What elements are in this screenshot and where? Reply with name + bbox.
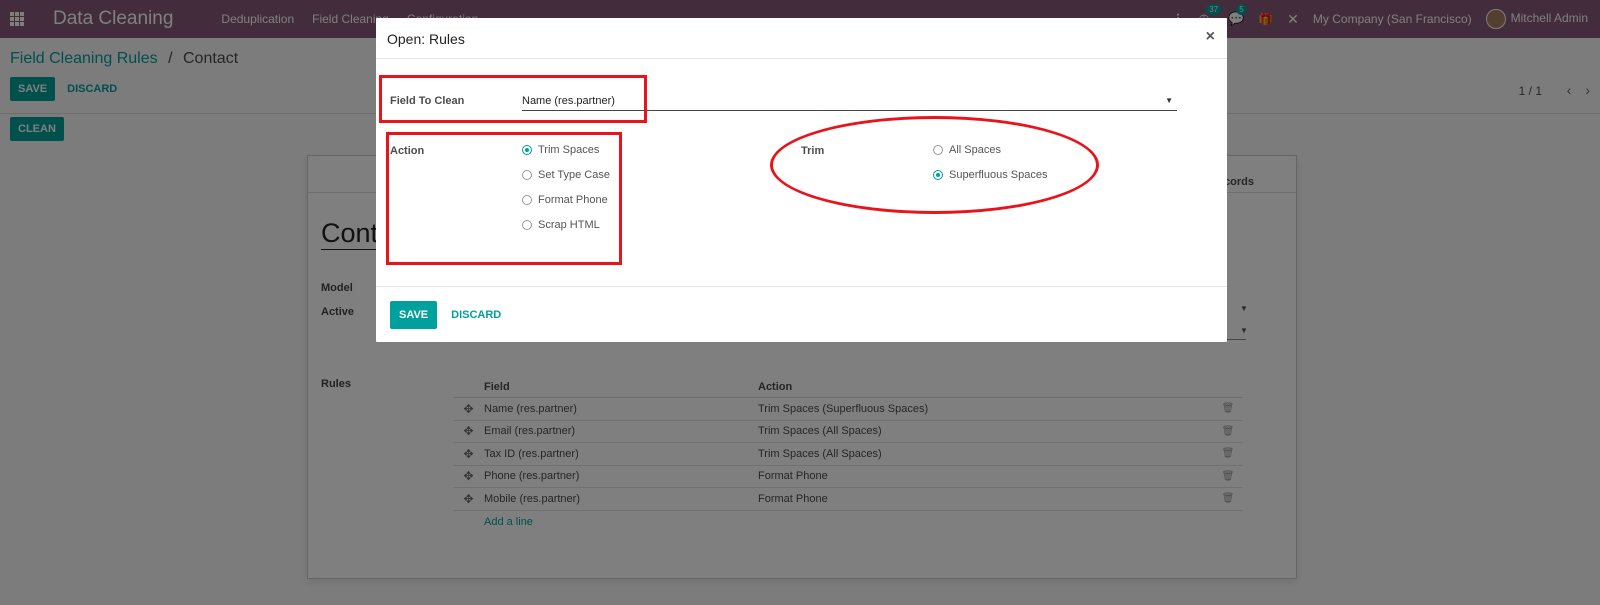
dialog-title: Open: Rules <box>387 31 465 47</box>
caret-down-icon[interactable]: ▼ <box>1165 96 1173 105</box>
dialog-discard-button[interactable]: DISCARD <box>451 309 501 321</box>
close-icon[interactable]: × <box>1206 28 1215 46</box>
annotation-box-field <box>379 75 647 123</box>
annotation-ellipse-trim <box>770 116 1099 214</box>
dialog-header: Open: Rules × <box>376 18 1227 59</box>
dialog-footer: SAVE DISCARD <box>376 286 1227 342</box>
dialog-save-button[interactable]: SAVE <box>390 301 438 329</box>
annotation-box-action <box>386 132 622 265</box>
dialog-footer-buttons: SAVE DISCARD <box>390 301 501 329</box>
